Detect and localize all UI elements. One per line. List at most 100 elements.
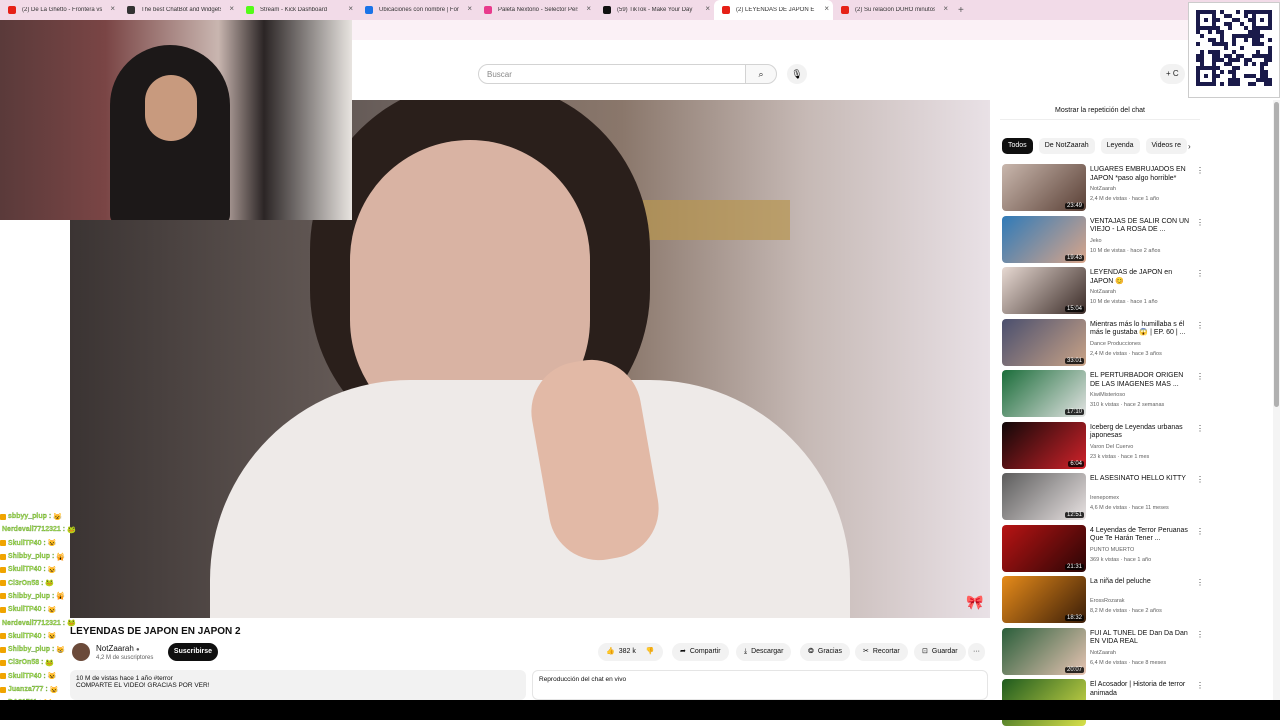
recommended-channel[interactable]: NotZaarah (1090, 650, 1116, 656)
recommended-title[interactable]: EL PERTURBADOR ORIGEN DE LAS IMAGENES MA… (1090, 372, 1190, 389)
recommended-video[interactable]: 20:07 FUI AL TUNEL DE Dan Da Dan EN VIDA … (1002, 627, 1204, 676)
browser-tab[interactable]: Stream - Kick Dashboard × (238, 0, 357, 20)
video-thumbnail[interactable]: 18:32 (1002, 576, 1086, 623)
qr-module (1236, 78, 1240, 82)
download-button[interactable]: ⤓ Descargar (736, 643, 792, 661)
recommended-channel[interactable]: ErossRozarak (1090, 598, 1125, 604)
share-button[interactable]: ➦ Compartir (672, 643, 729, 661)
recommended-channel[interactable]: KiwiMisterioso (1090, 392, 1125, 398)
browser-tab[interactable]: (2) Su relación DURÓ minutos × (833, 0, 952, 20)
more-options-icon[interactable]: ⋮ (1196, 218, 1204, 227)
voice-search-button[interactable]: 🎙 (787, 64, 807, 84)
browser-tab[interactable]: The best ChatBot and Widgets × (119, 0, 238, 20)
recommended-video[interactable]: 6:04 Iceberg de Leyendas urbanas japonesa… (1002, 421, 1204, 470)
recommended-channel[interactable]: Dance Producciones (1090, 341, 1141, 347)
channel-name[interactable]: NotZaarah ● (96, 644, 140, 653)
more-options-icon[interactable]: ⋮ (1196, 269, 1204, 278)
recommended-title[interactable]: La niña del peluche (1090, 578, 1190, 587)
recommended-channel[interactable]: Irenepomex (1090, 495, 1119, 501)
close-tab-icon[interactable]: × (110, 4, 115, 13)
recommended-video[interactable]: 23:49 LUGARES EMBRUJADOS EN JAPON *paso a… (1002, 164, 1204, 212)
recommended-title[interactable]: Mientras más lo humillaba s él más le gu… (1090, 321, 1190, 338)
recommended-video[interactable]: 18:32 La niña del peluche ErossRozarak 8,2 … (1002, 576, 1204, 624)
more-options-icon[interactable]: ⋮ (1196, 321, 1204, 330)
browser-tab[interactable]: Paleta Nextorio - Selector Pers × (476, 0, 595, 20)
browser-tab[interactable]: (59) TikTok - Make Your Day × (595, 0, 714, 20)
close-tab-icon[interactable]: × (229, 4, 234, 13)
new-tab-button[interactable]: + (958, 5, 964, 16)
thumb-down-icon[interactable]: 👎 (646, 643, 655, 661)
search-input[interactable]: Buscar (478, 64, 746, 84)
more-options-icon[interactable]: ⋮ (1196, 578, 1204, 587)
show-chat-replay-button[interactable]: Mostrar la repetición del chat (1000, 102, 1200, 120)
recommended-channel[interactable]: Varon Del Cuervo (1090, 444, 1133, 450)
video-thumbnail[interactable]: 12:51 (1002, 473, 1086, 520)
recommended-title[interactable]: FUI AL TUNEL DE Dan Da Dan EN VIDA REAL (1090, 630, 1190, 647)
recommended-title[interactable]: LEYENDAS de JAPON en JAPON 😊 (1090, 269, 1190, 286)
recommended-title[interactable]: LUGARES EMBRUJADOS EN JAPON *paso algo h… (1090, 166, 1190, 183)
browser-tab[interactable]: (2) De La Ghetto - Frontera vs × (0, 0, 119, 20)
close-tab-icon[interactable]: × (824, 4, 829, 13)
subscribe-button[interactable]: Suscribirse (168, 643, 218, 661)
recommended-video[interactable]: 21:31 4 Leyendas de Terror Peruanas Que T… (1002, 524, 1204, 573)
more-options-icon[interactable]: ⋮ (1196, 475, 1204, 484)
recommended-title[interactable]: El Acosador | Historia de terror animada (1090, 681, 1190, 698)
recommended-meta: 369 k vistas · hace 1 año (1090, 556, 1152, 563)
recommended-title[interactable]: EL ASESINATO HELLO KITTY (1090, 475, 1190, 484)
more-actions-button[interactable]: ··· (968, 643, 985, 661)
video-thumbnail[interactable]: 33:01 (1002, 318, 1086, 366)
channel-avatar[interactable] (72, 643, 90, 661)
filter-chip[interactable]: Videos re (1145, 138, 1187, 154)
video-thumbnail[interactable]: 6:04 (1002, 421, 1086, 469)
more-options-icon[interactable]: ⋮ (1196, 527, 1204, 536)
video-thumbnail[interactable]: 19:43 (1002, 215, 1086, 263)
create-button[interactable]: + C (1160, 64, 1185, 84)
video-thumbnail[interactable]: 17:10 (1002, 370, 1086, 417)
recommended-video[interactable]: 19:43 VENTAJAS DE SALIR CON UN VIEJO - LA… (1002, 215, 1204, 264)
chevron-right-icon[interactable]: › (1188, 142, 1191, 151)
video-thumbnail[interactable]: 23:49 (1002, 164, 1086, 211)
like-button[interactable]: 👍 382 k 👎 (598, 643, 663, 661)
more-options-icon[interactable]: ⋮ (1196, 166, 1204, 175)
video-thumbnail[interactable]: 21:31 (1002, 524, 1086, 572)
video-thumbnail[interactable]: 15:04 (1002, 267, 1086, 314)
filter-chip[interactable]: Todos (1002, 138, 1033, 154)
recommended-channel[interactable]: NotZaarah (1090, 186, 1116, 192)
browser-tab[interactable]: (2) LEYENDAS DE JAPON E × (714, 0, 833, 20)
recommended-video[interactable]: 12:51 EL ASESINATO HELLO KITTY Irenepomex 4… (1002, 473, 1204, 521)
more-options-icon[interactable]: ⋮ (1196, 681, 1204, 690)
video-thumbnail[interactable]: 20:07 (1002, 627, 1086, 675)
thanks-button[interactable]: ❂ Gracias (800, 643, 850, 661)
recommended-video[interactable]: 15:04 LEYENDAS de JAPON en JAPON 😊 NotZaar… (1002, 267, 1204, 315)
qr-module (1236, 54, 1240, 58)
recommended-channel[interactable]: NotZaarah (1090, 289, 1116, 295)
recommended-video[interactable]: 17:10 EL PERTURBADOR ORIGEN DE LAS IMAGEN… (1002, 370, 1204, 418)
more-options-icon[interactable]: ⋮ (1196, 372, 1204, 381)
close-tab-icon[interactable]: × (705, 4, 710, 13)
recommended-channel[interactable]: Jeko (1090, 238, 1102, 244)
qr-module (1264, 26, 1268, 30)
chat-replay-panel[interactable]: Reproducción del chat en vivo (532, 670, 988, 700)
recommended-channel[interactable]: PUNTO MUERTO (1090, 547, 1134, 553)
recommended-title[interactable]: Iceberg de Leyendas urbanas japonesas (1090, 424, 1190, 441)
recommended-title[interactable]: 4 Leyendas de Terror Peruanas Que Te Har… (1090, 527, 1190, 544)
more-options-icon[interactable]: ⋮ (1196, 424, 1204, 433)
more-options-icon[interactable]: ⋮ (1196, 630, 1204, 639)
recommended-video[interactable]: 33:01 Mientras más lo humillaba s él más … (1002, 318, 1204, 367)
scrollbar-thumb[interactable] (1274, 102, 1279, 407)
close-tab-icon[interactable]: × (943, 4, 948, 13)
description-box[interactable]: 10 M de vistas hace 1 año #terror COMPAR… (70, 670, 526, 700)
close-tab-icon[interactable]: × (348, 4, 353, 13)
qr-module (1232, 66, 1236, 70)
clip-button[interactable]: ✂ Recortar (855, 643, 908, 661)
browser-tab[interactable]: Ubicaciones con nombre | Form × (357, 0, 476, 20)
filter-chip[interactable]: Leyenda (1100, 138, 1140, 154)
save-button[interactable]: ⊡ Guardar (914, 643, 966, 661)
search-button[interactable]: ⌕ (745, 64, 777, 84)
close-tab-icon[interactable]: × (467, 4, 472, 13)
video-duration: 17:10 (1064, 409, 1084, 415)
qr-module (1212, 58, 1216, 62)
filter-chip[interactable]: De NotZaarah (1038, 138, 1095, 154)
recommended-title[interactable]: VENTAJAS DE SALIR CON UN VIEJO - LA ROSA… (1090, 218, 1190, 235)
close-tab-icon[interactable]: × (586, 4, 591, 13)
